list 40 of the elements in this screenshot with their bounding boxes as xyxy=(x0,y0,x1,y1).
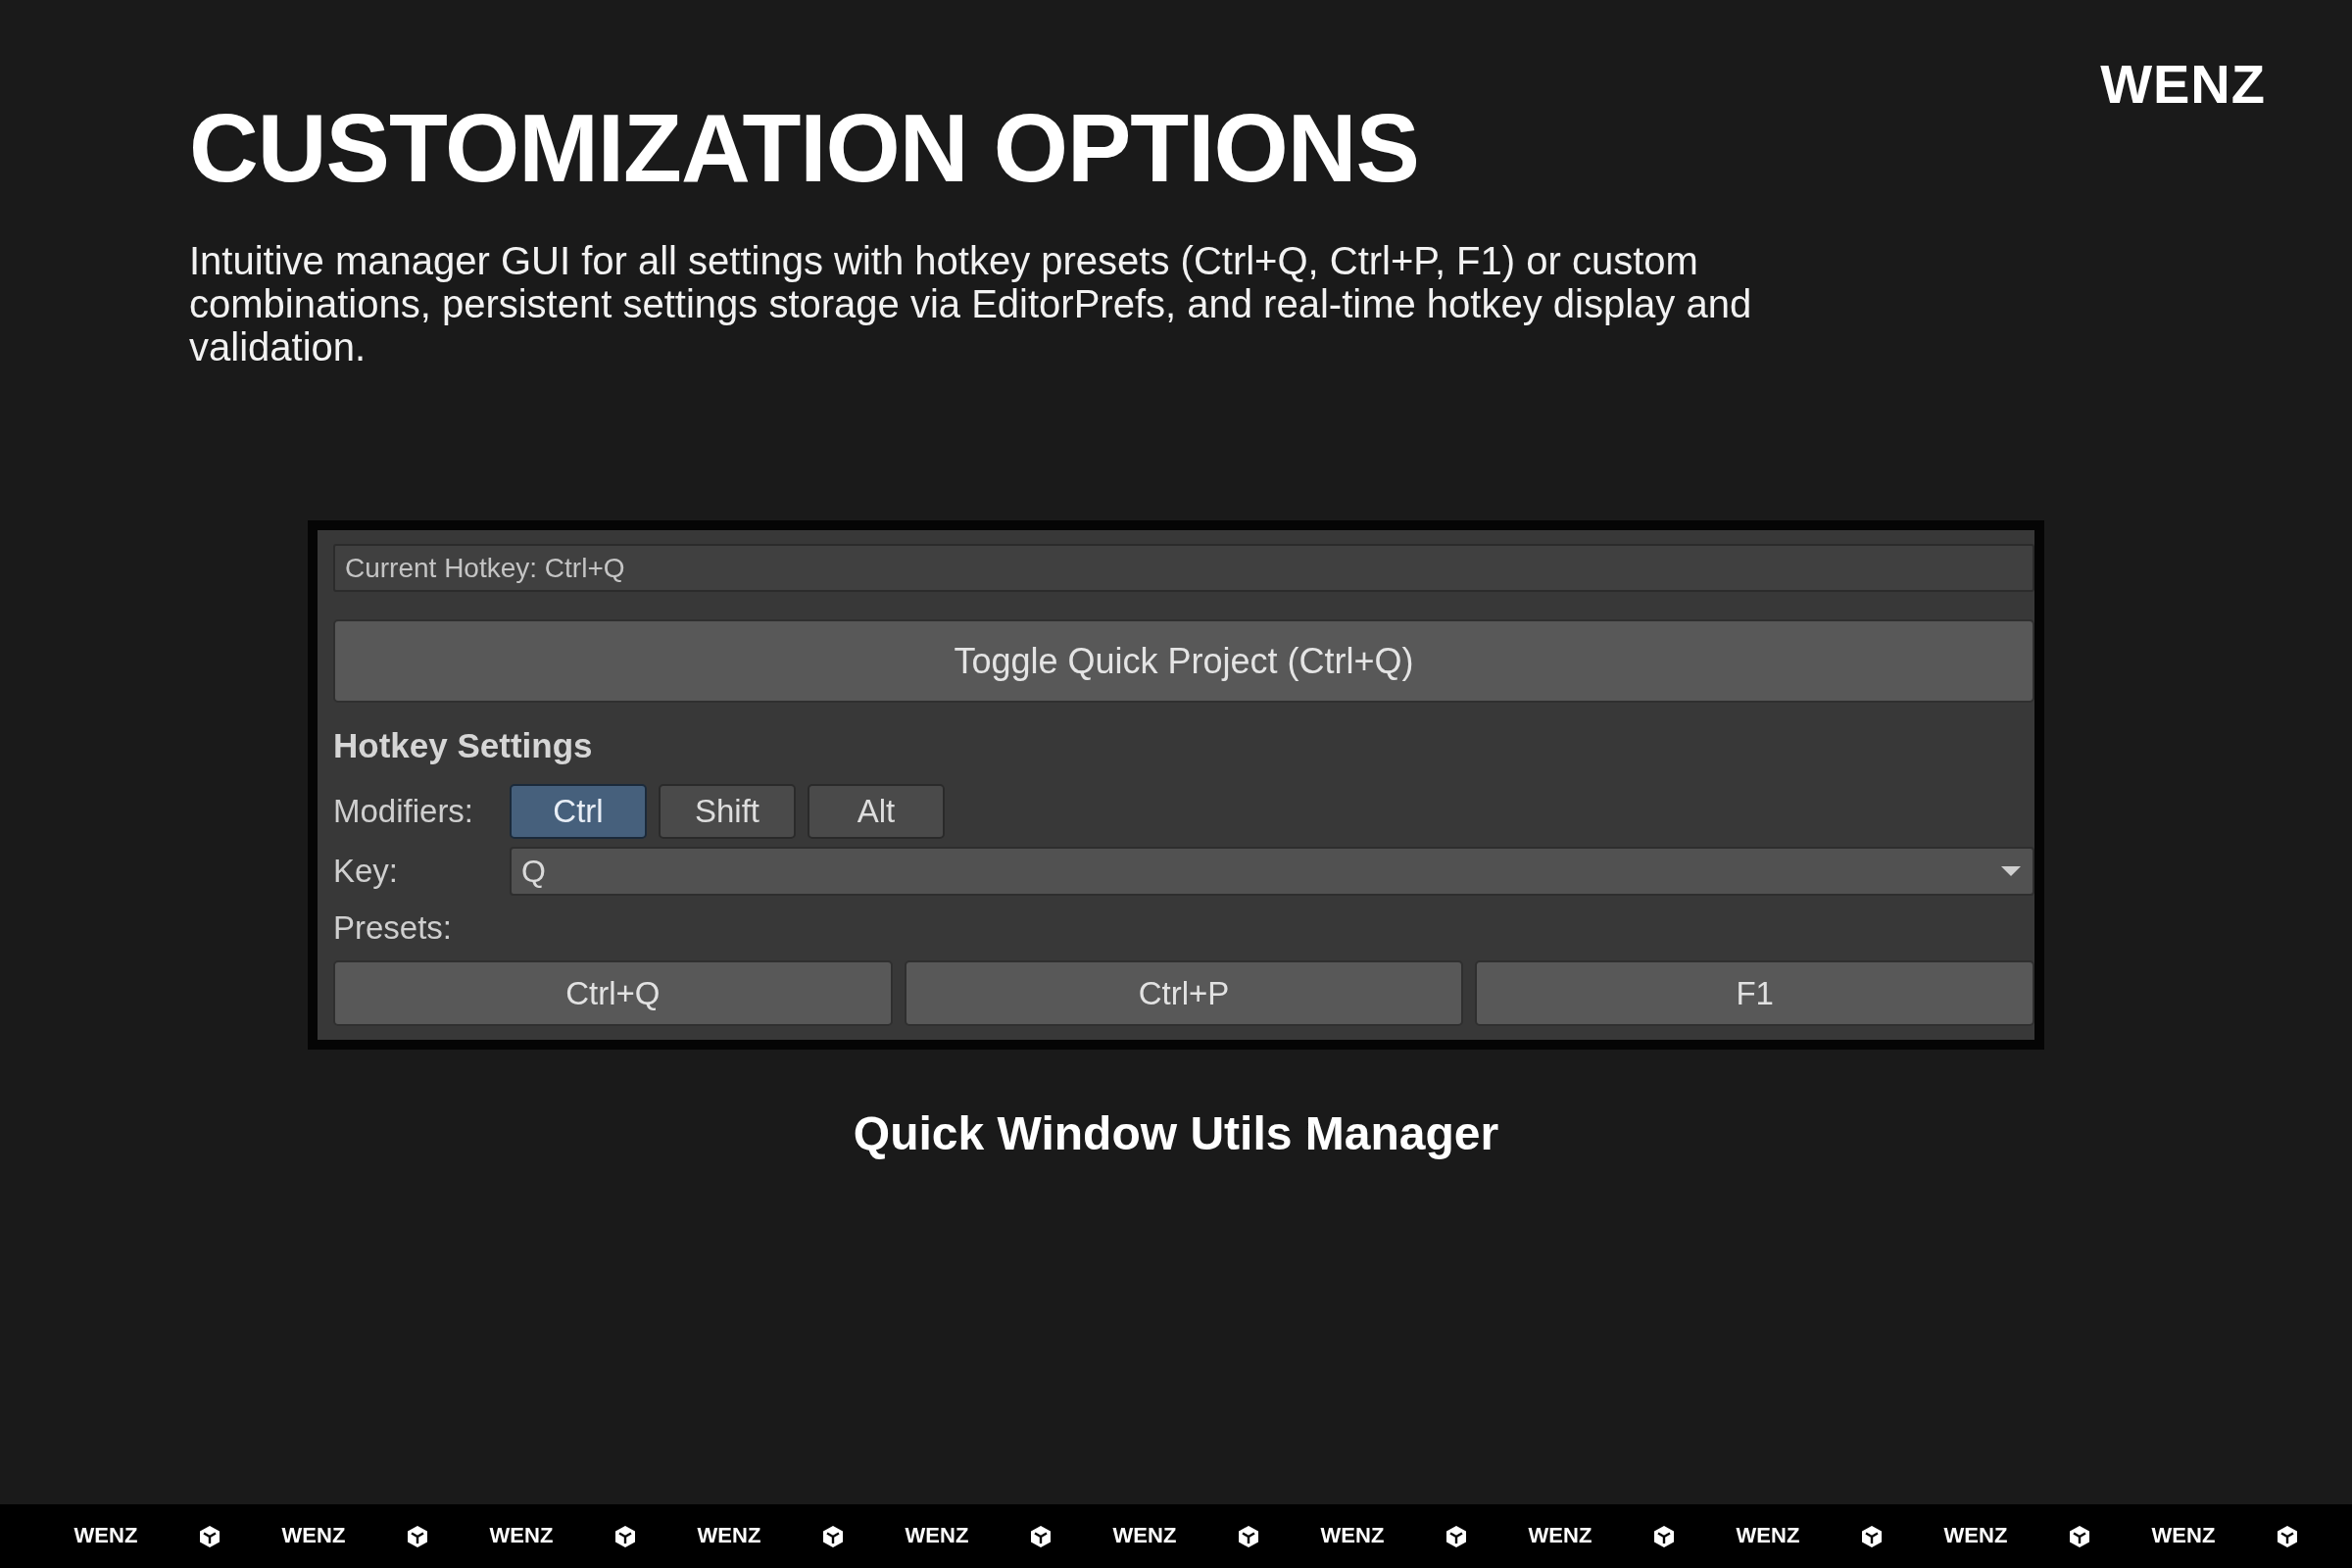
key-label: Key: xyxy=(333,853,399,890)
section-title: Hotkey Settings xyxy=(333,728,593,762)
toggle-button[interactable]: Toggle Quick Project (Ctrl+Q) xyxy=(333,619,2034,703)
cube-icon xyxy=(1653,1524,1675,1548)
brand-logo: WENZ xyxy=(1943,1524,2008,1548)
cube-icon xyxy=(1446,1524,1467,1548)
preset-button[interactable]: Ctrl+P xyxy=(904,960,1464,1026)
hotkey-status-field: Current Hotkey: Ctrl+Q xyxy=(333,544,2034,592)
brand-logo: WENZ xyxy=(74,1524,138,1548)
caption-text: Quick Window Utils Manager xyxy=(853,1107,1499,1159)
cube-icon xyxy=(614,1524,636,1548)
presets-label: Presets: xyxy=(333,909,453,947)
dropdown-caret-icon xyxy=(1999,864,2023,878)
cube-icon xyxy=(1238,1524,1259,1548)
modifiers-label: Modifiers: xyxy=(333,793,474,830)
cube-icon xyxy=(1861,1524,1883,1548)
cube-icon xyxy=(1030,1524,1052,1548)
brand-logo: WENZ xyxy=(489,1524,554,1548)
modifier-toggle[interactable]: Shift xyxy=(659,784,796,839)
modifier-toggle[interactable]: Ctrl xyxy=(510,784,647,839)
brand-logo: WENZ xyxy=(905,1524,969,1548)
page-title: CUSTOMIZATION OPTIONS xyxy=(189,96,1419,202)
cube-icon xyxy=(2277,1524,2298,1548)
brand-logo: WENZ xyxy=(2151,1524,2216,1548)
cube-icon xyxy=(2069,1524,2090,1548)
brand-logo: WENZ xyxy=(281,1524,346,1548)
brand-logo: WENZ xyxy=(1736,1524,1800,1548)
description-text: Intuitive manager GUI for all settings with hotkey presets (Ctrl+Q, Ctrl+P, F1) or custom combinations, persistent settings storage via EditorPrefs, and real-time hotkey display and validation. xyxy=(189,238,1753,368)
brand-logo: WENZ xyxy=(1112,1524,1177,1548)
preset-button[interactable]: F1 xyxy=(1475,960,2034,1026)
brand-logo: WENZ xyxy=(2100,57,2266,112)
brand-logo: WENZ xyxy=(1528,1524,1592,1548)
modifier-toggle[interactable]: Alt xyxy=(808,784,945,839)
preset-button[interactable]: Ctrl+Q xyxy=(333,960,893,1026)
cube-icon xyxy=(199,1524,220,1548)
cube-icon xyxy=(407,1524,428,1548)
brand-logo: WENZ xyxy=(1320,1524,1385,1548)
brand-logo: WENZ xyxy=(697,1524,761,1548)
cube-icon xyxy=(822,1524,844,1548)
key-dropdown[interactable]: Q xyxy=(510,847,2034,896)
